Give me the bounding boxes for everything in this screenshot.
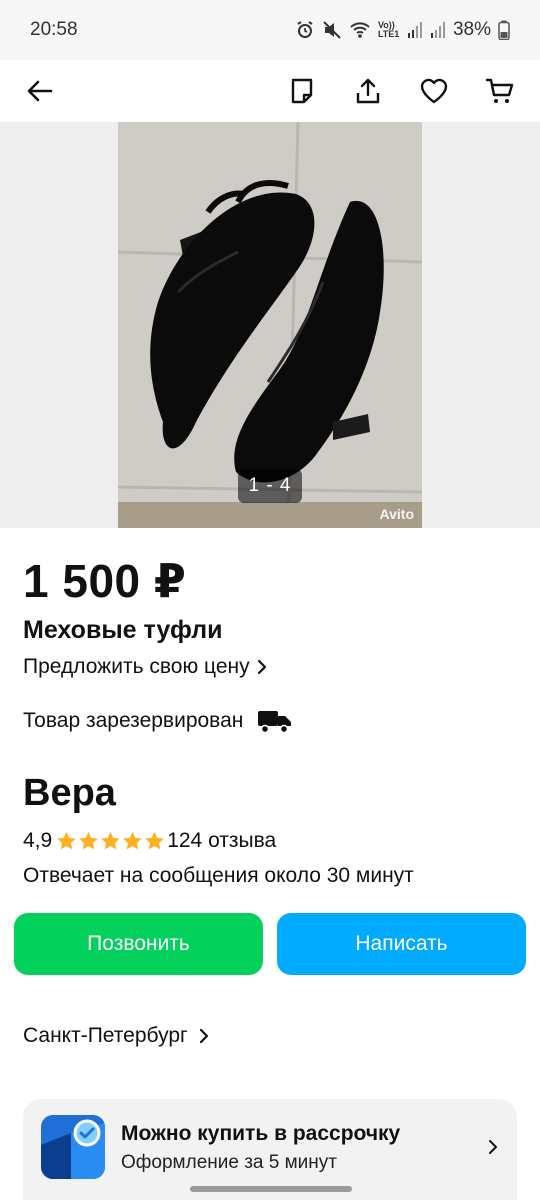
- status-icons: Vo)) LTE1 38%: [295, 19, 510, 41]
- reserved-status: Товар зарезервирован: [23, 708, 293, 734]
- note-button[interactable]: [280, 69, 324, 113]
- avito-watermark: Avito: [379, 506, 414, 522]
- write-button[interactable]: Написать: [277, 913, 526, 975]
- reserved-label: Товар зарезервирован: [23, 709, 244, 732]
- installment-title: Можно купить в рассрочку: [121, 1122, 401, 1145]
- signal-icon-2: [430, 22, 445, 38]
- status-bar: 20:58 Vo)) LTE1 38%: [0, 0, 540, 60]
- star-icon: [57, 831, 77, 850]
- offer-price-label: Предложить свою цену: [23, 655, 250, 678]
- installment-text: Можно купить в рассрочку Оформление за 5…: [121, 1115, 400, 1174]
- cart-button[interactable]: [478, 69, 522, 113]
- fur-shoes-image: [118, 122, 422, 528]
- chevron-right-icon: [257, 659, 266, 675]
- photo-counter: 1 - 4: [238, 469, 302, 503]
- installment-icon: [41, 1115, 105, 1179]
- rating-value: 4,9: [23, 829, 53, 852]
- star-icon: [101, 831, 121, 850]
- note-icon: [291, 78, 313, 104]
- price: 1 500 ₽: [23, 555, 187, 607]
- seller-rating[interactable]: 4,9 124 отзыва: [23, 829, 276, 853]
- battery-label: 38%: [452, 19, 491, 40]
- battery-icon: [498, 20, 510, 40]
- app-bar: [0, 60, 540, 122]
- installment-banner[interactable]: Можно купить в рассрочку Оформление за 5…: [23, 1099, 517, 1200]
- star-icon: [79, 831, 99, 850]
- share-button[interactable]: [346, 69, 390, 113]
- status-time: 20:58: [30, 19, 78, 40]
- wifi-icon: [350, 22, 370, 38]
- offer-price-link[interactable]: Предложить свою цену: [23, 655, 268, 679]
- delivery-truck-icon: [258, 711, 292, 734]
- listing-title: Меховые туфли: [23, 616, 223, 644]
- rating-stars: [56, 831, 165, 851]
- signal-icon: [407, 22, 422, 38]
- star-icon: [145, 831, 165, 850]
- chevron-right-icon: [489, 1140, 497, 1154]
- star-icon: [123, 831, 143, 850]
- home-indicator[interactable]: [190, 1186, 352, 1192]
- network-label: Vo)) LTE1: [377, 20, 400, 39]
- back-arrow-icon: [27, 80, 53, 102]
- back-button[interactable]: [18, 69, 62, 113]
- app-bar-actions: [280, 69, 522, 113]
- favorite-button[interactable]: [412, 69, 456, 113]
- seller-name[interactable]: Вера: [23, 772, 116, 815]
- response-time: Отвечает на сообщения около 30 минут: [23, 864, 414, 887]
- city-label: Санкт-Петербург: [23, 1024, 188, 1047]
- heart-icon: [420, 78, 448, 104]
- mute-icon: [323, 21, 341, 39]
- location-link[interactable]: Санкт-Петербург: [23, 1024, 210, 1048]
- installment-subtitle: Оформление за 5 минут: [121, 1152, 337, 1173]
- cart-icon: [485, 78, 514, 103]
- chevron-right-icon: [199, 1028, 208, 1044]
- photo-gallery[interactable]: Avito 1 - 4: [0, 122, 540, 528]
- alarm-icon: [297, 21, 313, 38]
- product-photo[interactable]: Avito: [118, 122, 422, 528]
- share-icon: [356, 78, 380, 104]
- call-button[interactable]: Позвонить: [14, 913, 263, 975]
- reviews-count: 124 отзыва: [167, 829, 277, 852]
